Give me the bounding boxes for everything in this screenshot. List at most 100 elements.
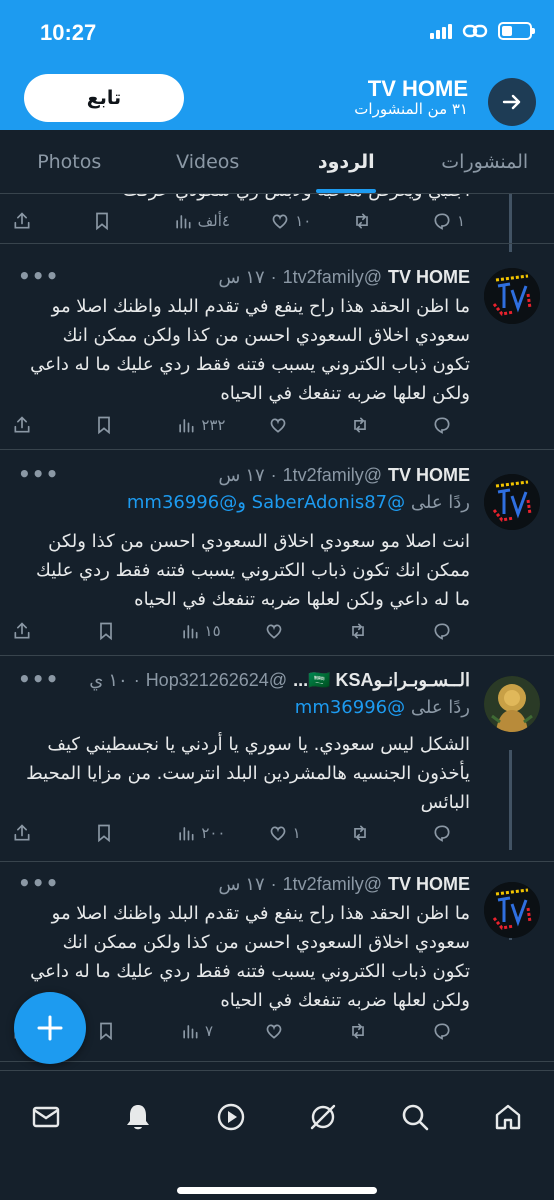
bookmark-button[interactable] xyxy=(94,823,134,843)
nav-home[interactable] xyxy=(486,1095,530,1139)
reply-count: ١ xyxy=(456,212,465,230)
tweet-actions: ١٥ xyxy=(12,616,472,646)
more-options-icon[interactable]: ••• xyxy=(18,667,59,691)
status-icons xyxy=(430,22,535,40)
tweet-time: ١٠ ي xyxy=(89,670,128,690)
share-icon xyxy=(14,622,30,639)
tab-photos[interactable]: Photos xyxy=(0,130,139,193)
tv-logo-icon xyxy=(484,882,540,938)
avatar[interactable] xyxy=(484,676,540,732)
avatar[interactable] xyxy=(484,474,540,530)
author-handle[interactable]: @1tv2family xyxy=(283,874,382,895)
author-name[interactable]: TV HOME xyxy=(388,267,470,288)
avatar[interactable] xyxy=(484,268,540,324)
nav-row xyxy=(0,1095,554,1139)
more-options-icon[interactable]: ••• xyxy=(18,462,59,486)
heart-icon xyxy=(270,418,286,433)
tweet[interactable]: TV HOME @1tv2family · ١٧ س ••• ما اظن ال… xyxy=(0,244,554,450)
reply-button[interactable] xyxy=(432,1021,472,1041)
reply-button[interactable] xyxy=(432,415,472,435)
like-count: ١٠ xyxy=(295,212,312,230)
reply-icon xyxy=(434,1023,450,1040)
back-button[interactable] xyxy=(488,78,536,126)
author-handle[interactable]: @1tv2family xyxy=(283,267,382,288)
tweet-body: الشكل ليس سعودي. يا سوري يا أردني يا نجس… xyxy=(26,734,470,813)
tweet-meta: TV HOME @1tv2family · ١٧ س xyxy=(218,874,470,895)
bookmark-button[interactable] xyxy=(92,211,132,231)
tweet-feed[interactable]: اجنبي ويعرض مدحبه ولابس زي سعودي عرفت ٤أ… xyxy=(0,194,554,1070)
retweet-button[interactable] xyxy=(352,211,392,231)
author-name[interactable]: الــسـوبـرانـو🇸🇦 KSA... xyxy=(293,670,470,691)
like-button[interactable]: ١ xyxy=(268,823,308,843)
tweet[interactable]: الــسـوبـرانـو🇸🇦 KSA... @Hop321262624 · … xyxy=(0,656,554,862)
mail-icon xyxy=(32,1106,60,1128)
retweet-button[interactable] xyxy=(348,621,388,641)
bookmark-button[interactable] xyxy=(94,415,134,435)
like-button[interactable] xyxy=(264,1021,304,1041)
retweet-icon xyxy=(353,825,366,841)
share-button[interactable] xyxy=(12,823,52,843)
views-button[interactable]: ٢٠٠ xyxy=(176,823,225,843)
reply-button[interactable]: ١ xyxy=(432,211,472,231)
bookmark-icon xyxy=(98,416,110,435)
profile-header: 10:27 تابع TV HOME ٣١ من المنشورات xyxy=(0,0,554,130)
heart-icon xyxy=(266,1024,282,1039)
tweet-meta: TV HOME @1tv2family · ١٧ س xyxy=(218,267,470,288)
nav-search[interactable] xyxy=(393,1095,437,1139)
views-icon xyxy=(183,1025,198,1039)
reply-to-label: ردًا على xyxy=(410,492,470,513)
views-button[interactable]: ٧ xyxy=(180,1021,220,1041)
home-indicator[interactable] xyxy=(177,1187,377,1194)
tweet-body: ما اظن الحقد هذا راح ينفع في تقدم البلد … xyxy=(30,903,470,1011)
reply-to-mentions[interactable]: @SaberAdonis87 و@mm36996 xyxy=(127,492,405,513)
tweet-partial[interactable]: اجنبي ويعرض مدحبه ولابس زي سعودي عرفت ٤أ… xyxy=(0,194,554,244)
search-icon xyxy=(403,1104,429,1131)
author-handle[interactable]: @1tv2family xyxy=(283,465,382,486)
like-button[interactable]: ١٠ xyxy=(270,211,311,231)
post-count: ٣١ من المنشورات xyxy=(354,100,468,118)
views-button[interactable]: ٢٣٢ xyxy=(176,415,225,435)
tweet-time: ١٧ س xyxy=(218,267,265,287)
tweet-body: ما اظن الحقد هذا راح ينفع في تقدم البلد … xyxy=(30,296,470,404)
nav-messages[interactable] xyxy=(24,1095,68,1139)
share-button[interactable] xyxy=(12,415,52,435)
nav-videos[interactable] xyxy=(209,1095,253,1139)
like-button[interactable] xyxy=(268,415,308,435)
tab-posts[interactable]: المنشورات xyxy=(416,130,554,193)
reply-button[interactable] xyxy=(432,823,472,843)
retweet-button[interactable] xyxy=(350,415,390,435)
retweet-button[interactable] xyxy=(350,823,390,843)
bookmark-button[interactable] xyxy=(96,1021,136,1041)
more-options-icon[interactable]: ••• xyxy=(18,871,59,895)
tweet[interactable]: TV HOME @1tv2family · ١٧ س ••• ردًا على … xyxy=(0,450,554,656)
share-button[interactable] xyxy=(12,621,52,641)
tab-videos[interactable]: Videos xyxy=(139,130,278,193)
views-button[interactable]: ٤ألف xyxy=(173,211,230,231)
avatar[interactable] xyxy=(484,882,540,938)
author-name[interactable]: TV HOME xyxy=(388,465,470,486)
profile-tabs: Photos Videos الردود المنشورات xyxy=(0,130,554,194)
views-icon xyxy=(179,827,194,841)
views-icon xyxy=(182,625,198,639)
retweet-icon xyxy=(355,213,368,229)
nav-communities[interactable] xyxy=(301,1095,345,1139)
tab-replies[interactable]: الردود xyxy=(277,130,416,193)
retweet-icon xyxy=(352,623,365,639)
reply-to-mentions[interactable]: @mm36996 xyxy=(295,697,405,718)
like-count: ١ xyxy=(292,824,301,842)
status-time: 10:27 xyxy=(40,20,97,45)
more-options-icon[interactable]: ••• xyxy=(18,264,59,288)
tweet-time: ١٧ س xyxy=(218,874,265,894)
retweet-button[interactable] xyxy=(348,1021,388,1041)
follow-button[interactable]: تابع xyxy=(24,74,184,122)
share-button[interactable] xyxy=(12,211,52,231)
author-handle[interactable]: @Hop321262624 xyxy=(146,670,287,691)
reply-button[interactable] xyxy=(432,621,472,641)
nav-notifications[interactable] xyxy=(116,1095,160,1139)
author-name[interactable]: TV HOME xyxy=(388,874,470,895)
compose-button[interactable] xyxy=(14,992,86,1064)
views-count: ٧ xyxy=(205,1022,214,1040)
views-button[interactable]: ١٥ xyxy=(180,621,221,641)
like-button[interactable] xyxy=(264,621,304,641)
bookmark-button[interactable] xyxy=(96,621,136,641)
